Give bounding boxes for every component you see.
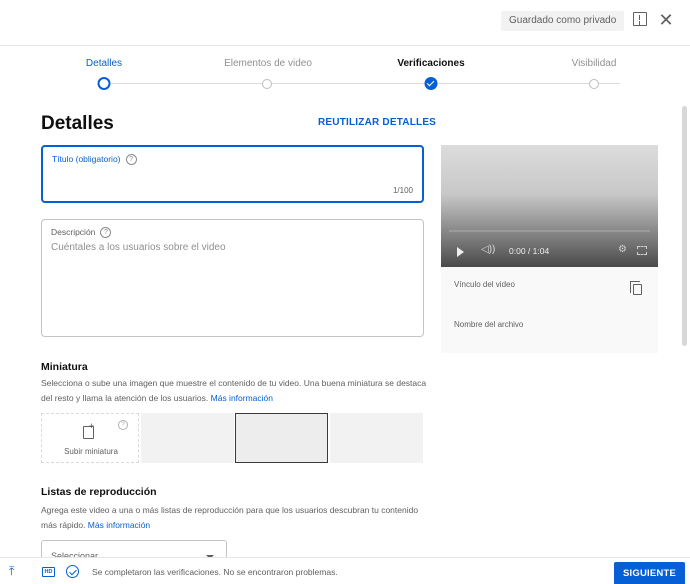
check-icon[interactable]: [424, 77, 438, 90]
title-field[interactable]: Título (obligatorio)? 1/100: [41, 145, 424, 203]
help-icon[interactable]: ?: [125, 154, 137, 166]
copy-icon[interactable]: [630, 281, 642, 295]
filename-label: Nombre del archivo: [454, 320, 524, 329]
hd-icon[interactable]: HD: [42, 567, 55, 577]
title-char-counter: 1/100: [392, 186, 413, 195]
reuse-details-button[interactable]: REUTILIZAR DETALLES: [318, 117, 436, 128]
checks-status-text: Se completaron las verificaciones. No se…: [92, 567, 338, 577]
volume-icon[interactable]: ◁)): [481, 244, 495, 255]
step-checks[interactable]: Verificaciones: [397, 58, 464, 69]
step-details-dot[interactable]: [97, 77, 111, 90]
description-label: Descripción?: [51, 227, 112, 239]
top-bar: Guardado como privado ✕: [0, 0, 690, 46]
saved-status-badge: Guardado como privado: [501, 11, 625, 31]
step-visibility[interactable]: Visibilidad: [572, 58, 617, 69]
step-visibility-dot[interactable]: [589, 79, 599, 89]
thumbnail-description: Selecciona o sube una imagen que muestre…: [41, 378, 427, 403]
description-placeholder: Cuéntales a los usuarios sobre el video: [51, 242, 226, 253]
playlists-heading: Listas de reproducción: [41, 486, 157, 498]
upload-stepper: Detalles Elementos de video Verificacion…: [0, 46, 690, 106]
thumbnail-option[interactable]: [141, 413, 234, 463]
feedback-icon[interactable]: [633, 12, 647, 26]
play-icon[interactable]: [457, 247, 464, 257]
video-progress-bar[interactable]: [449, 230, 650, 232]
upload-icon[interactable]: ⤒: [9, 564, 14, 579]
help-icon[interactable]: ?: [100, 227, 112, 239]
page-title: Detalles: [41, 113, 114, 134]
help-icon[interactable]: ?: [118, 420, 128, 430]
upload-thumbnail-button[interactable]: ? Subir miniatura: [41, 413, 139, 463]
step-video-elements[interactable]: Elementos de video: [224, 58, 312, 69]
video-time: 0:00 / 1:04: [509, 246, 550, 256]
step-video-elements-dot[interactable]: [262, 79, 272, 89]
description-field[interactable]: Descripción? Cuéntales a los usuarios so…: [41, 219, 424, 337]
video-preview-panel: ◁)) 0:00 / 1:04 ⚙ Vínculo del video Nomb…: [441, 145, 658, 353]
upload-thumbnail-label: Subir miniatura: [64, 447, 118, 456]
next-button[interactable]: SIGUIENTE: [614, 562, 685, 584]
thumbnail-option-selected[interactable]: [235, 413, 328, 463]
checks-complete-icon[interactable]: [66, 565, 79, 578]
fullscreen-icon[interactable]: [637, 246, 647, 255]
title-label: Título (obligatorio)?: [52, 154, 137, 166]
stepper-line: [111, 83, 620, 84]
video-player[interactable]: ◁)) 0:00 / 1:04 ⚙: [441, 145, 658, 267]
footer-bar: ⤒ HD Se completaron las verificaciones. …: [0, 557, 690, 584]
thumbnail-heading: Miniatura: [41, 361, 88, 373]
gear-icon[interactable]: ⚙: [618, 244, 627, 255]
thumbnail-option[interactable]: [330, 413, 423, 463]
thumbnail-learn-more-link[interactable]: Más información: [211, 393, 273, 403]
playlists-description: Agrega este video a una o más listas de …: [41, 505, 419, 530]
step-details[interactable]: Detalles: [86, 58, 122, 69]
playlists-learn-more-link[interactable]: Más información: [88, 520, 150, 530]
video-link-label: Vínculo del video: [454, 280, 515, 289]
scrollbar[interactable]: [682, 106, 687, 346]
close-icon[interactable]: ✕: [655, 9, 677, 31]
image-upload-icon: [83, 421, 94, 439]
